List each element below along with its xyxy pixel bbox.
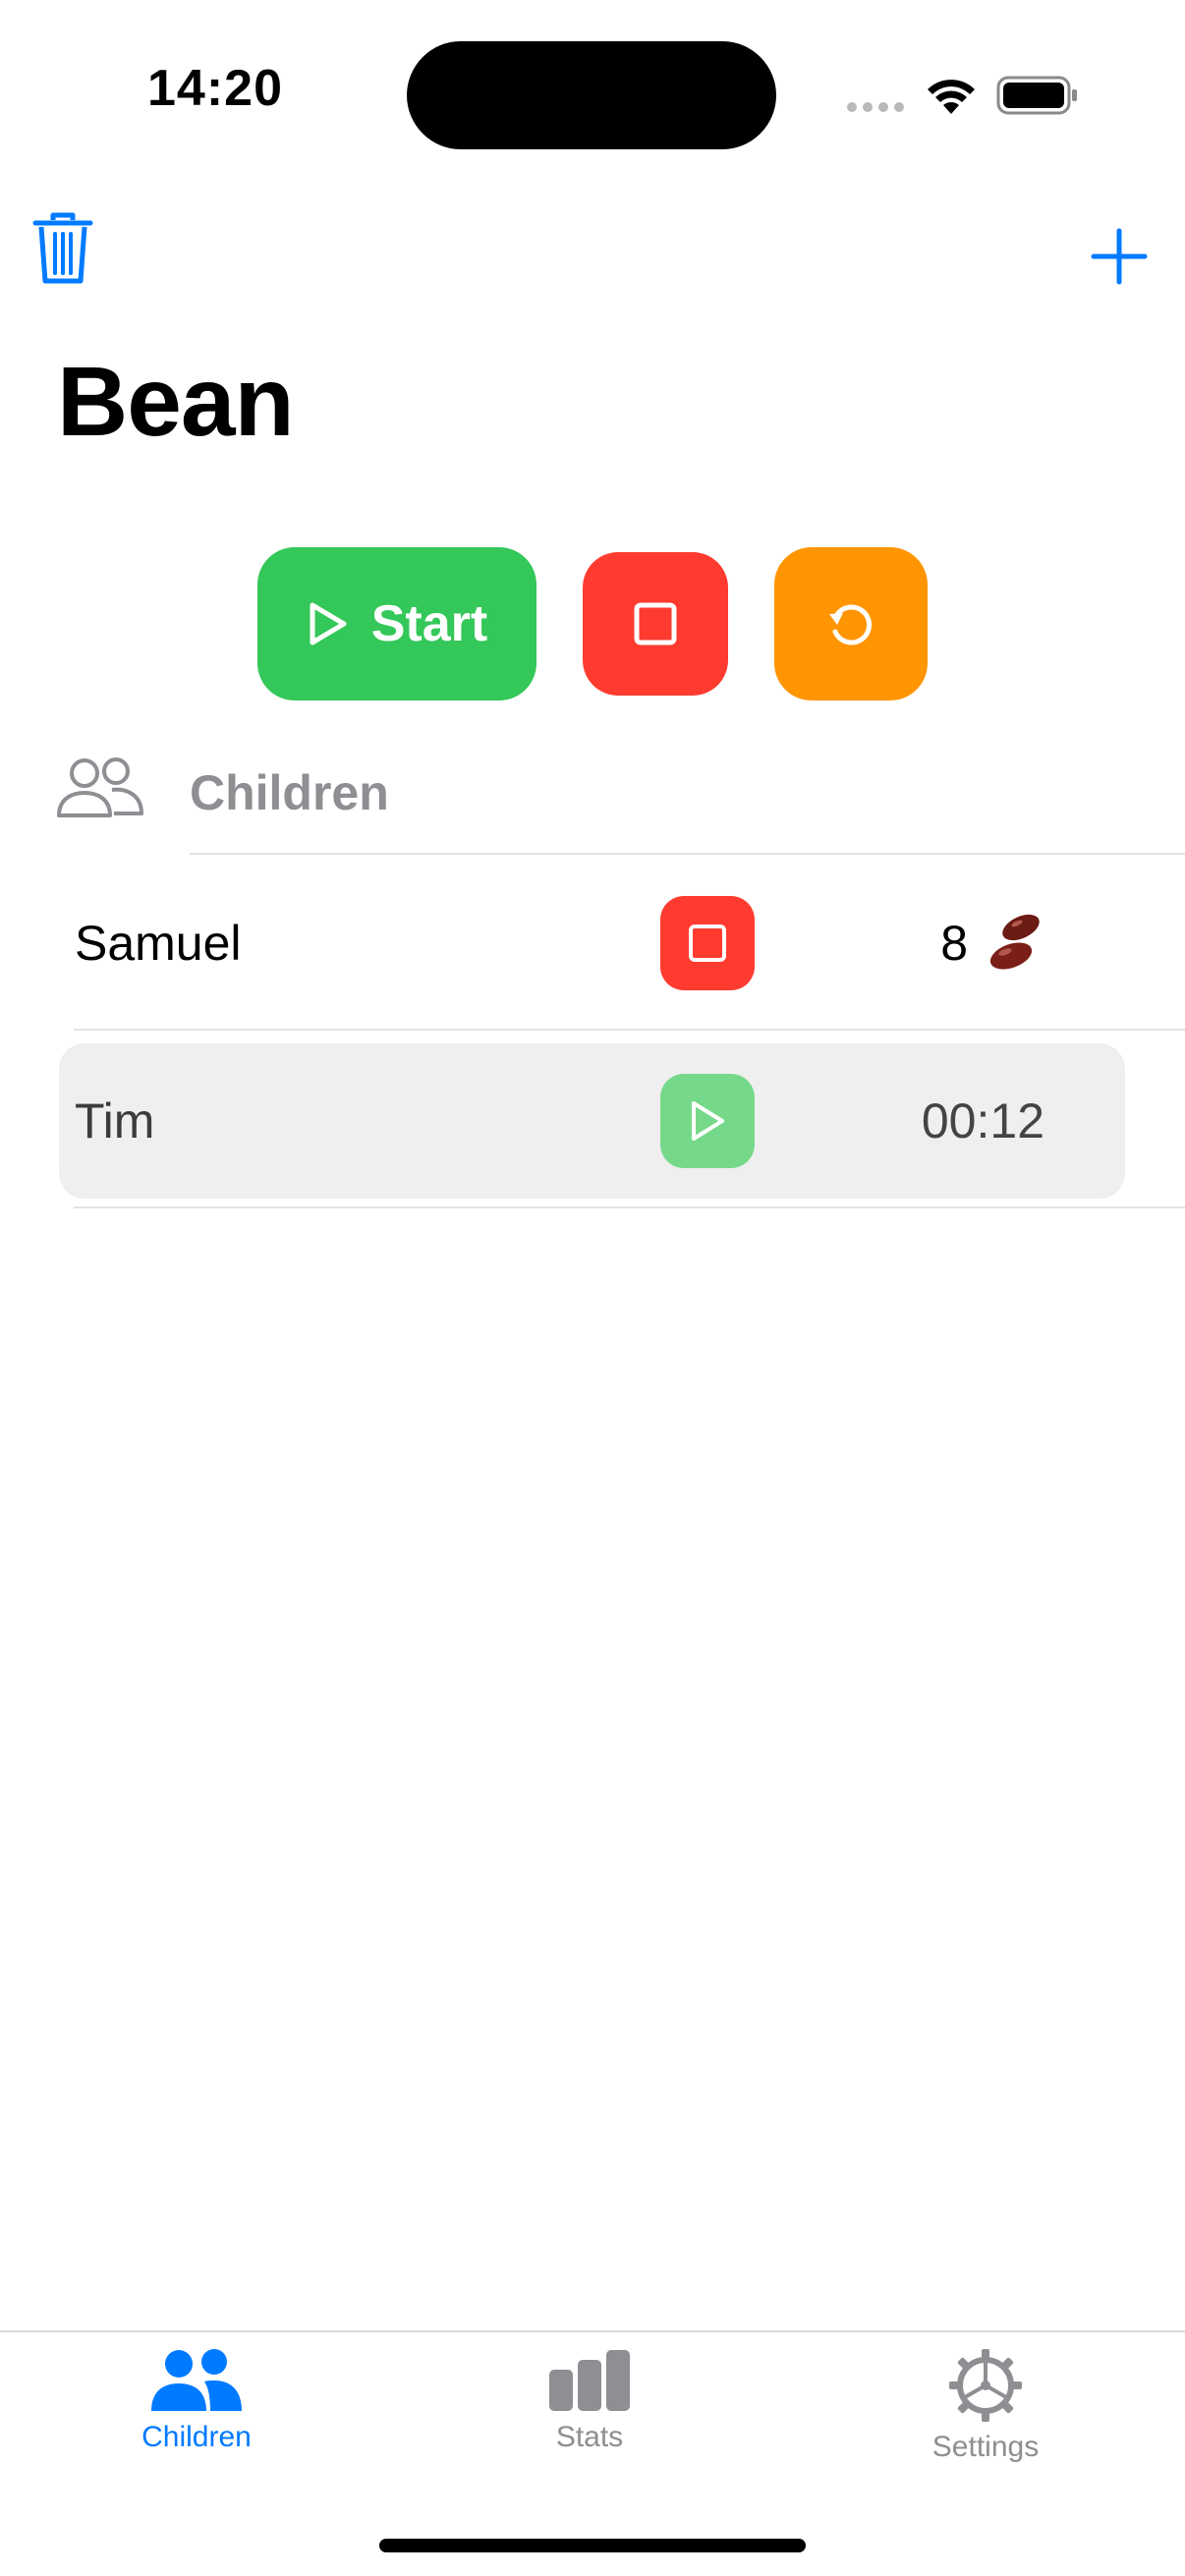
play-icon bbox=[692, 1101, 724, 1141]
tab-settings[interactable]: Settings bbox=[858, 2348, 1113, 2464]
stop-square-icon bbox=[634, 602, 677, 645]
tab-label: Children bbox=[141, 2421, 252, 2453]
wifi-icon bbox=[924, 75, 979, 121]
status-time: 14:20 bbox=[147, 60, 283, 117]
tab-stats[interactable]: Stats bbox=[462, 2348, 717, 2454]
reset-arrow-icon bbox=[829, 604, 873, 645]
people-icon bbox=[55, 756, 145, 824]
bean-icon bbox=[989, 914, 1040, 970]
tab-bar-divider bbox=[0, 2330, 1185, 2332]
app-screen: 14:20 Bean Start Children Samuel 8 Tim 0… bbox=[0, 0, 1185, 2576]
gear-icon bbox=[949, 2349, 1022, 2422]
cellular-signal-icon bbox=[847, 102, 904, 112]
child-name: Samuel bbox=[75, 916, 242, 971]
section-divider bbox=[190, 853, 1185, 855]
play-icon bbox=[310, 602, 347, 645]
child-row[interactable]: Samuel 8 bbox=[59, 866, 1125, 1021]
home-indicator[interactable] bbox=[379, 2539, 806, 2552]
tab-label: Stats bbox=[555, 2421, 624, 2453]
stop-all-button[interactable] bbox=[583, 552, 728, 696]
bean-count-value: 8 bbox=[940, 916, 968, 971]
tab-label: Settings bbox=[931, 2431, 1040, 2463]
bean-count: 8 bbox=[940, 912, 1046, 975]
page-title: Bean bbox=[57, 347, 295, 457]
child-stop-button[interactable] bbox=[660, 896, 755, 990]
section-title: Children bbox=[190, 765, 389, 820]
child-play-button[interactable] bbox=[660, 1074, 755, 1168]
child-row[interactable]: Tim 00:12 bbox=[59, 1043, 1125, 1199]
bar-chart-icon bbox=[549, 2350, 630, 2411]
battery-icon bbox=[996, 75, 1079, 121]
add-child-button[interactable] bbox=[1091, 228, 1148, 290]
people-fill-icon bbox=[151, 2349, 242, 2411]
dynamic-island bbox=[407, 41, 776, 149]
stop-square-icon bbox=[689, 924, 726, 962]
tab-children[interactable]: Children bbox=[69, 2348, 324, 2454]
row-divider bbox=[74, 1029, 1185, 1031]
start-button-label: Start bbox=[370, 595, 488, 652]
trash-icon[interactable] bbox=[31, 212, 94, 292]
child-name: Tim bbox=[75, 1093, 155, 1148]
row-divider bbox=[74, 1206, 1185, 1208]
child-timer: 00:12 bbox=[921, 1093, 1044, 1148]
start-button[interactable]: Start bbox=[257, 547, 536, 700]
reset-button[interactable] bbox=[774, 547, 928, 700]
